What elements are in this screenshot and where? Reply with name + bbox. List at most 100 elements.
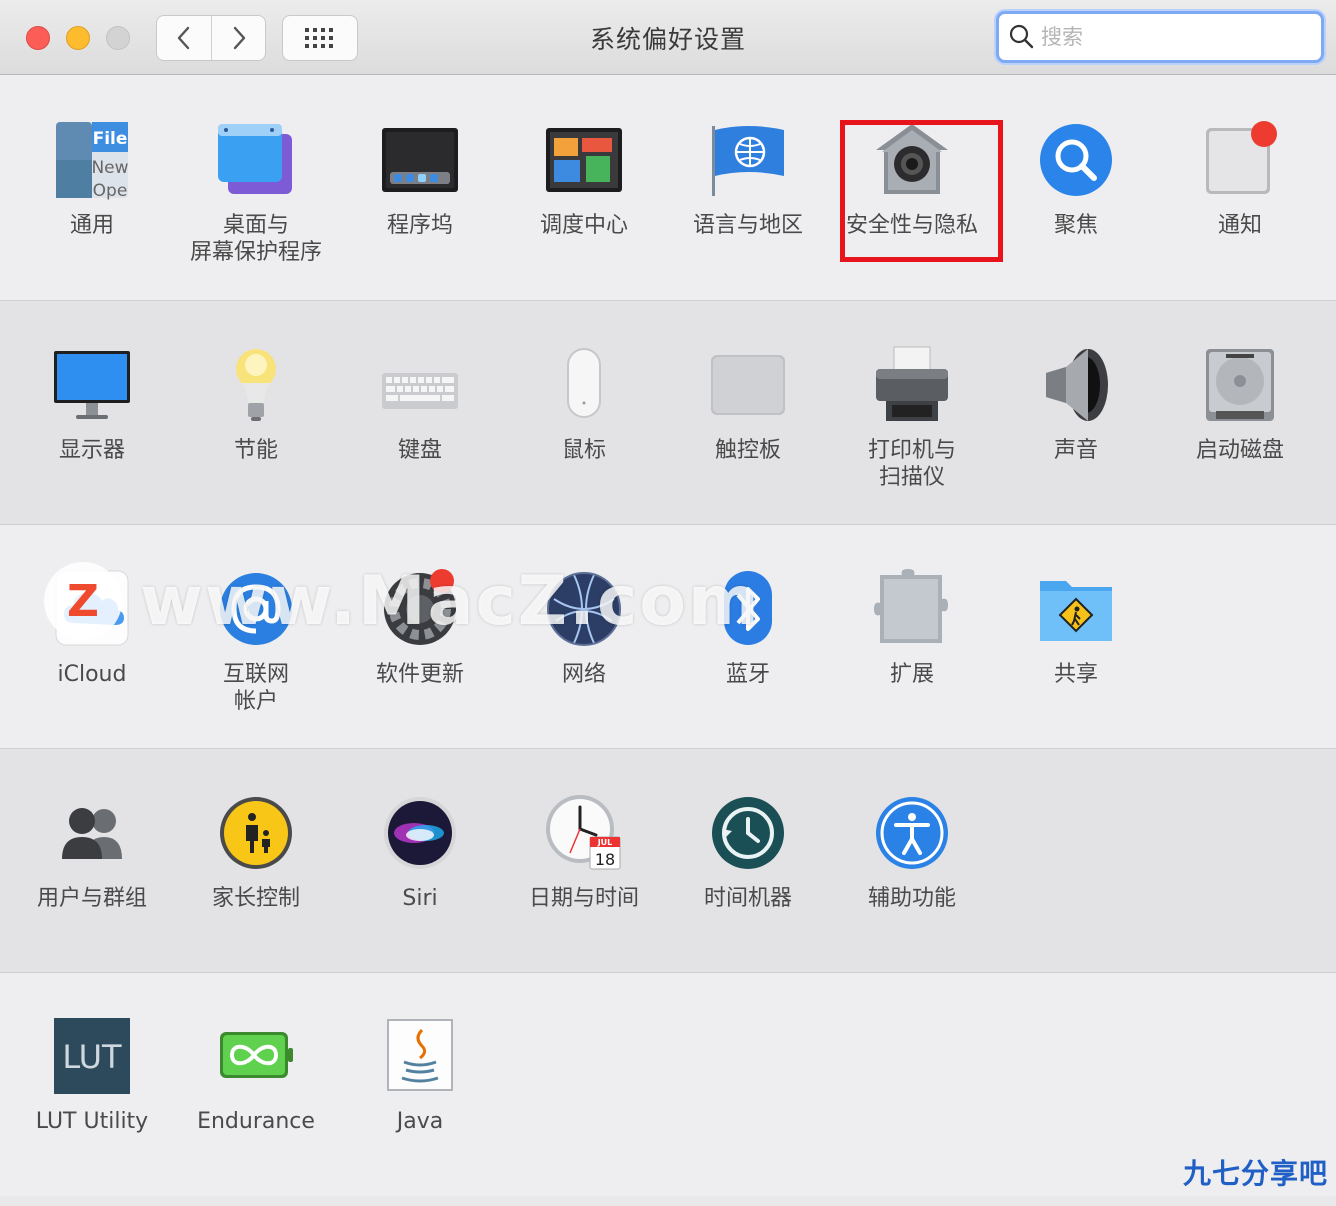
pane-parental-controls[interactable]: 家长控制: [174, 793, 338, 983]
pane-dock[interactable]: 程序坞: [338, 120, 502, 310]
dock-icon: [382, 128, 458, 192]
pane-label: 通知: [1217, 213, 1262, 238]
pane-label: 日期与时间: [528, 886, 639, 911]
accessibility-icon: [876, 797, 948, 869]
icloud-icon: [55, 570, 129, 646]
pane-bluetooth[interactable]: 蓝牙: [666, 569, 830, 759]
lut-icon: LUT: [54, 1018, 130, 1094]
java-cup-icon: [387, 1019, 453, 1091]
pane-mission-control[interactable]: 调度中心: [502, 120, 666, 310]
pane-icloud[interactable]: iCloud: [10, 569, 174, 759]
row-hardware: 显示器 节能 键盘 鼠标 触控板 打印机与 扫描仪 声音 启动磁盘: [0, 301, 1336, 525]
at-sign-icon: [220, 573, 292, 645]
calendar-month-text: JUL: [597, 838, 613, 847]
pane-trackpad[interactable]: 触控板: [666, 345, 830, 535]
pane-sharing[interactable]: 共享: [994, 569, 1158, 759]
general-new-text: New: [91, 158, 128, 178]
spotlight-icon: [1040, 124, 1112, 196]
pane-startup-disk[interactable]: 启动磁盘: [1158, 345, 1322, 535]
search-input[interactable]: [1039, 20, 1313, 54]
highlight-box: [840, 120, 1003, 262]
lut-logo-text: LUT: [62, 1038, 122, 1076]
hard-drive-icon: [1206, 349, 1274, 421]
pane-label: 鼠标: [561, 438, 606, 463]
pane-language-region[interactable]: 语言与地区: [666, 120, 830, 310]
pane-extensions[interactable]: 扩展: [830, 569, 994, 759]
pane-label: 扩展: [889, 662, 934, 687]
pane-label: 启动磁盘: [1195, 438, 1284, 463]
pane-printers-scanners[interactable]: 打印机与 扫描仪: [830, 345, 994, 535]
mission-control-icon: [546, 128, 622, 192]
trackpad-icon: [711, 355, 785, 415]
title-bar: 系统偏好设置: [0, 0, 1336, 75]
pane-label: 聚焦: [1053, 213, 1098, 238]
flag-globe-icon: [712, 126, 784, 196]
pane-label: 键盘: [397, 438, 442, 463]
time-machine-icon: [712, 797, 784, 869]
pane-label: LUT Utility: [35, 1109, 149, 1134]
siri-icon: [384, 797, 456, 869]
mouse-icon: [567, 348, 601, 418]
display-icon: [54, 351, 130, 419]
pane-energy-saver[interactable]: 节能: [174, 345, 338, 535]
corner-watermark: 九七分享吧: [1182, 1157, 1328, 1190]
row-other: LUT LUT Utility Endurance Java: [0, 973, 1336, 1196]
pane-sound[interactable]: 声音: [994, 345, 1158, 535]
pane-desktop-screensaver[interactable]: 桌面与 屏幕保护程序: [174, 120, 338, 310]
users-icon: [62, 808, 122, 859]
battery-infinity-icon: [220, 1032, 293, 1078]
pane-lut-utility[interactable]: LUT LUT Utility: [10, 1016, 174, 1206]
pane-network[interactable]: 网络: [502, 569, 666, 759]
pane-general[interactable]: File New Ope 通用: [10, 120, 174, 310]
pane-label: 通用: [69, 213, 114, 238]
notifications-icon: [1206, 121, 1277, 194]
lightbulb-icon: [236, 349, 276, 421]
gear-icon: [384, 569, 456, 645]
network-globe-icon: [547, 572, 621, 646]
desktop-icon: [218, 124, 292, 194]
printer-icon: [876, 346, 948, 421]
pane-label: 节能: [233, 438, 278, 463]
row-system: 用户与群组 家长控制 Siri JUL 18 日期与时间 时间机器 辅助功能: [0, 749, 1336, 973]
pane-keyboard[interactable]: 键盘: [338, 345, 502, 535]
pane-label: 蓝牙: [725, 662, 770, 687]
clock-calendar-icon: JUL 18: [546, 795, 621, 870]
pane-label: 网络: [561, 662, 606, 687]
pane-users-groups[interactable]: 用户与群组: [10, 793, 174, 983]
search-field[interactable]: [996, 11, 1324, 63]
pane-label: 用户与群组: [36, 886, 147, 911]
row-internet: iCloud 互联网 帐户 软件更新 网络 蓝牙 扩展 共享 Z www.Mac…: [0, 525, 1336, 749]
general-open-text: Ope: [93, 181, 128, 200]
puzzle-piece-icon: [874, 569, 948, 643]
pane-siri[interactable]: Siri: [338, 793, 502, 983]
pane-label: 时间机器: [703, 886, 792, 911]
pane-spotlight[interactable]: 聚焦: [994, 120, 1158, 310]
pane-label: Endurance: [197, 1109, 315, 1134]
pane-endurance[interactable]: Endurance: [174, 1016, 338, 1206]
pane-internet-accounts[interactable]: 互联网 帐户: [174, 569, 338, 759]
pane-label: Java: [396, 1109, 444, 1134]
pane-label: 共享: [1053, 662, 1098, 687]
pane-label: Siri: [402, 886, 438, 911]
pane-time-machine[interactable]: 时间机器: [666, 793, 830, 983]
pane-date-time[interactable]: JUL 18 日期与时间: [502, 793, 666, 983]
pane-notifications[interactable]: 通知: [1158, 120, 1322, 310]
pane-java[interactable]: Java: [338, 1016, 502, 1206]
search-icon: [1009, 24, 1034, 49]
pane-label: 互联网 帐户: [222, 662, 289, 714]
pane-label: 触控板: [714, 438, 781, 463]
pane-label: iCloud: [57, 662, 127, 687]
bluetooth-icon: [724, 571, 772, 645]
pane-software-update[interactable]: 软件更新: [338, 569, 502, 759]
pane-label: 调度中心: [539, 213, 628, 238]
general-icon: File New Ope: [56, 122, 129, 200]
row-personal: File New Ope 通用 桌面与 屏幕保护程序 程序坞 调度中心 语言与地…: [0, 75, 1336, 301]
pane-label: 显示器: [58, 438, 125, 463]
pane-label: 家长控制: [211, 886, 300, 911]
parental-controls-icon: [220, 797, 292, 869]
general-file-text: File: [93, 129, 128, 149]
pane-displays[interactable]: 显示器: [10, 345, 174, 535]
pane-mouse[interactable]: 鼠标: [502, 345, 666, 535]
pane-label: 程序坞: [386, 213, 453, 238]
pane-accessibility[interactable]: 辅助功能: [830, 793, 994, 983]
